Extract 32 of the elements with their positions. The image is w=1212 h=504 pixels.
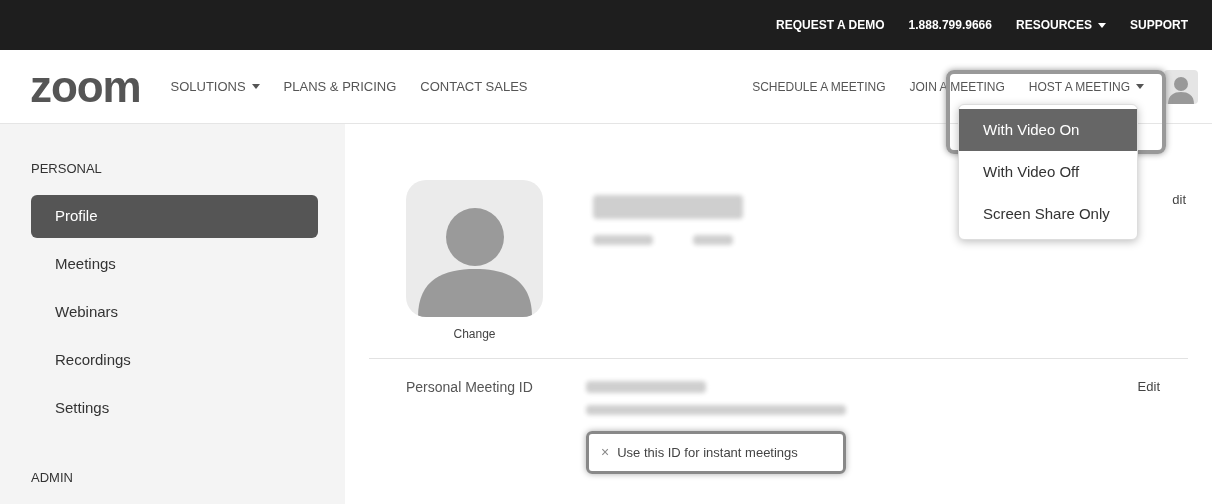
caret-icon	[251, 84, 260, 89]
logo[interactable]: zoom	[30, 64, 141, 109]
edit-link[interactable]: dit	[1172, 190, 1186, 358]
sidebar-item[interactable]: Meetings	[31, 242, 318, 286]
sidebar-item[interactable]: Recordings	[31, 338, 318, 382]
menu-item[interactable]: With Video On	[959, 109, 1137, 151]
nav-link[interactable]: PLANS & PRICING	[283, 76, 397, 97]
nav-link[interactable]: SCHEDULE A MEETING	[752, 77, 886, 96]
sidebar-item[interactable]: Webinars	[31, 290, 318, 334]
nav-link[interactable]: SOLUTIONS	[170, 76, 260, 97]
top-link[interactable]: 1.888.799.9666	[908, 16, 992, 34]
top-link[interactable]: REQUEST A DEMO	[776, 16, 885, 34]
change-link[interactable]: Change	[453, 325, 496, 343]
close-icon[interactable]: ×	[601, 442, 610, 463]
sidebar-heading: ADMIN	[31, 468, 74, 487]
top-link[interactable]: SUPPORT	[1130, 16, 1188, 34]
sidebar-item[interactable]: Profile	[31, 194, 318, 238]
caret-icon	[1136, 84, 1144, 89]
redacted-text	[593, 235, 653, 245]
field-label: Personal Meeting ID	[406, 378, 534, 397]
nav-link[interactable]: HOST A MEETING	[1028, 77, 1144, 96]
redacted-text	[693, 235, 733, 245]
menu-item[interactable]: With Video Off	[959, 151, 1137, 193]
edit-link[interactable]: Edit	[1137, 377, 1160, 474]
avatar-icon[interactable]	[1164, 69, 1198, 104]
menu-item[interactable]: Screen Share Only	[959, 193, 1137, 235]
sidebar-heading: PERSONAL	[31, 160, 103, 178]
option-label: Use this ID for instant meetings	[617, 443, 798, 462]
sidebar-item[interactable]: Settings	[31, 386, 318, 430]
nav-link[interactable]: CONTACT SALES	[420, 76, 528, 97]
caret-icon	[1098, 22, 1106, 28]
top-link[interactable]: RESOURCES	[1015, 16, 1106, 34]
